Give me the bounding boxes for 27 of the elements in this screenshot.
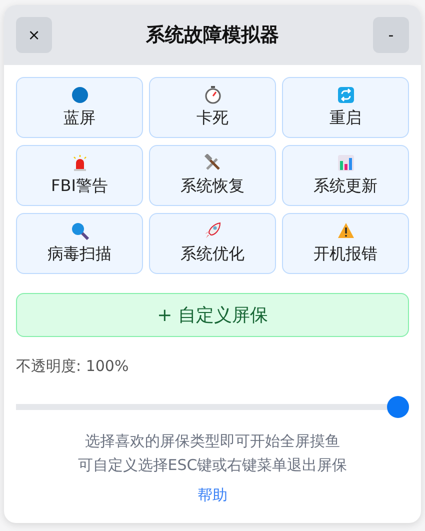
screensaver-button[interactable]: 卡死 — [149, 77, 276, 138]
hint-text: 选择喜欢的屏保类型即可开始全屏摸鱼 — [85, 431, 340, 452]
siren-icon — [70, 154, 88, 172]
circle-icon — [70, 86, 88, 104]
screensaver-button[interactable]: 病毒扫描 — [16, 213, 143, 274]
screensaver-button[interactable]: 重启 — [282, 77, 409, 138]
opacity-label: 不透明度: 100% — [16, 357, 129, 376]
screensaver-button[interactable]: 蓝屏 — [16, 77, 143, 138]
close-button[interactable]: × — [16, 17, 52, 53]
minimize-button[interactable]: - — [373, 17, 409, 53]
stopwatch-icon — [204, 86, 222, 104]
bar-chart-icon — [336, 154, 354, 172]
window-title: 系统故障模拟器 — [146, 23, 279, 48]
screensaver-button[interactable]: 开机报错 — [282, 213, 409, 274]
tools-icon — [204, 154, 222, 172]
hint-text: 可自定义选择ESC键或右键菜单退出屏保 — [78, 455, 348, 476]
screensaver-button[interactable]: 系统恢复 — [149, 145, 276, 206]
warning-icon — [336, 222, 354, 240]
rocket-icon — [204, 222, 222, 240]
repeat-icon — [336, 86, 354, 104]
slider-thumb[interactable] — [387, 396, 409, 418]
screensaver-button[interactable]: 系统优化 — [149, 213, 276, 274]
magnifier-icon — [70, 222, 88, 240]
screensaver-button[interactable]: 系统更新 — [282, 145, 409, 206]
screensaver-button[interactable]: FBI警告 — [16, 145, 143, 206]
help-link[interactable]: 帮助 — [198, 486, 228, 505]
custom-screensaver-button[interactable]: + 自定义屏保 — [16, 293, 409, 337]
